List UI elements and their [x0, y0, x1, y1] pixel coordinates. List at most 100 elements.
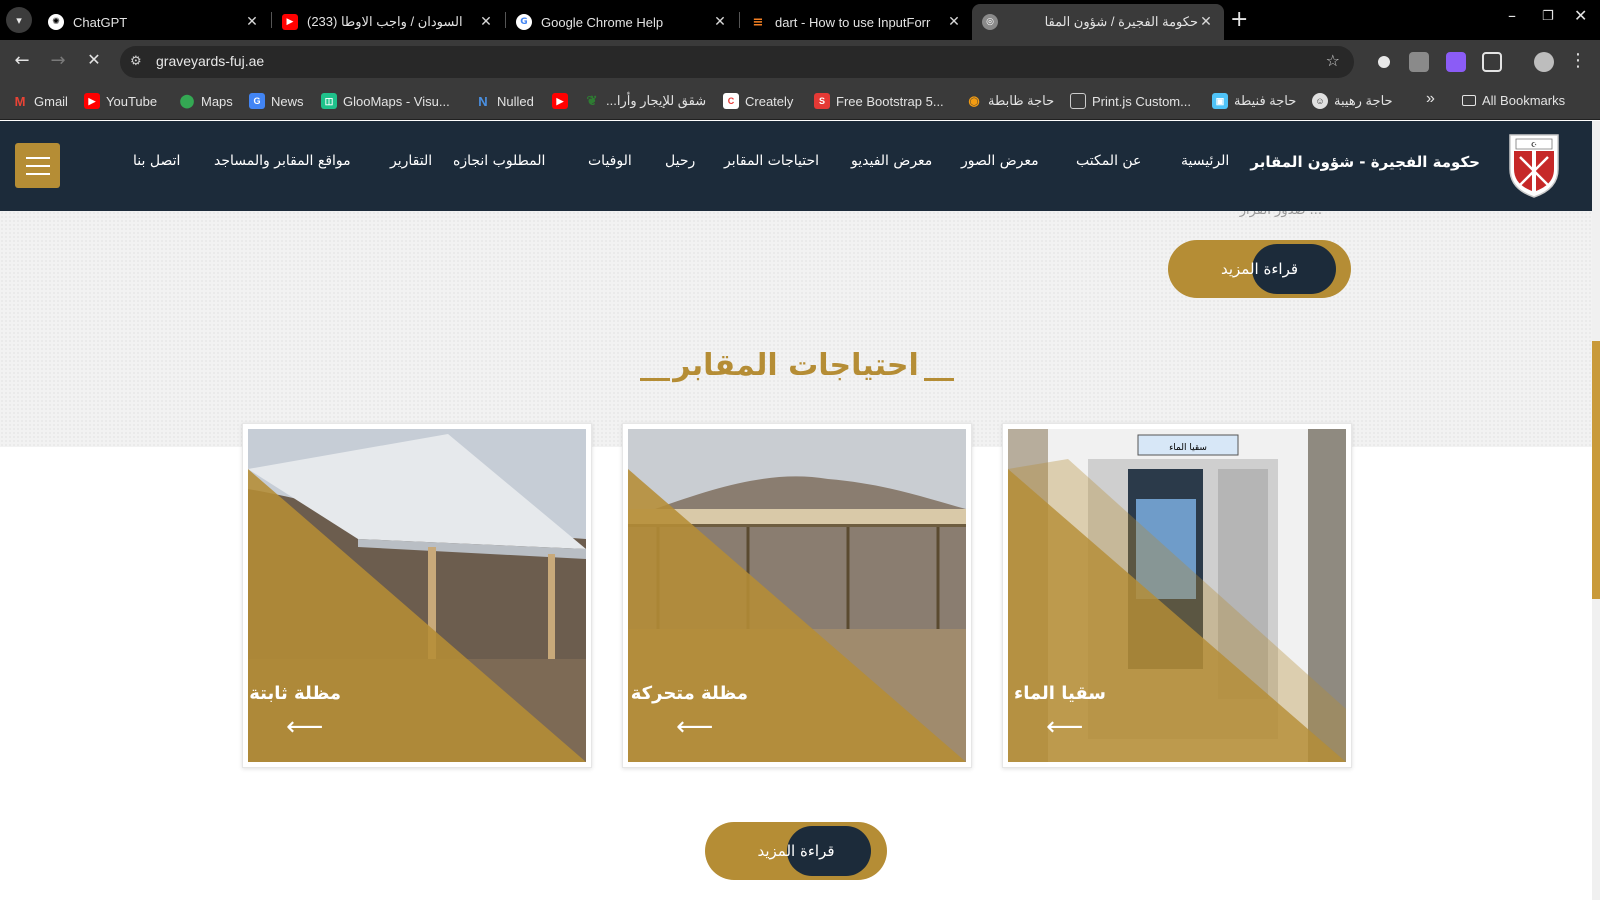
- url-text[interactable]: graveyards-fuj.ae: [156, 53, 264, 69]
- nav-rahil[interactable]: رحيل: [665, 153, 695, 169]
- close-icon[interactable]: ✕: [946, 14, 962, 30]
- new-tab-plus-icon[interactable]: +: [1230, 7, 1248, 32]
- svg-text:☪: ☪: [1531, 141, 1537, 149]
- bookmark-label: حاجة فنيطة: [1234, 93, 1297, 108]
- arrow-left-icon[interactable]: ⟵: [286, 714, 323, 740]
- all-bookmarks-label: All Bookmarks: [1482, 93, 1566, 108]
- bookmark-item[interactable]: C Creately: [723, 93, 793, 109]
- read-more-button-top[interactable]: قراءة المزيد: [1168, 240, 1351, 298]
- nav-cemetery-needs[interactable]: احتياجات المقابر: [724, 153, 819, 169]
- bookmark-label: GlooMaps - Visu...: [343, 93, 450, 109]
- extension-circle-icon[interactable]: [1374, 52, 1394, 72]
- tab-chrome-help[interactable]: G Google Chrome Help ✕: [506, 4, 738, 40]
- card-fixed-shade[interactable]: مظلة ثابتة ⟵: [242, 423, 592, 768]
- extension-purple-icon[interactable]: [1446, 52, 1466, 72]
- tab-chatgpt[interactable]: ✺ ChatGPT ✕: [38, 4, 270, 40]
- read-more-button-bottom[interactable]: قراءة المزيد: [705, 822, 887, 880]
- close-icon[interactable]: ✕: [1198, 14, 1214, 30]
- back-arrow-icon[interactable]: ←: [10, 50, 34, 71]
- tab-stackoverflow[interactable]: ≡ dart - How to use InputForr ✕: [740, 4, 972, 40]
- forward-arrow-icon[interactable]: →: [46, 50, 70, 71]
- nav-home[interactable]: الرئيسية: [1181, 153, 1229, 169]
- youtube-icon: ▶: [282, 14, 298, 30]
- nav-reports[interactable]: التقارير: [390, 153, 432, 169]
- card-image: سقيا الماء سقيا الماء ⟵: [1008, 429, 1346, 762]
- maps-icon: ⬤: [179, 93, 195, 108]
- site-title[interactable]: حكومة الفجيرة - شؤون المقابر: [1250, 153, 1480, 171]
- card-title: سقيا الماء: [1014, 683, 1106, 704]
- youtube-icon: ▶: [552, 93, 568, 109]
- nav-about[interactable]: عن المكتب: [1076, 153, 1141, 169]
- picture-icon: ▣: [1212, 93, 1228, 109]
- bookmark-item[interactable]: N Nulled: [475, 93, 534, 109]
- nav-photo-gallery[interactable]: معرض الصور: [961, 153, 1039, 169]
- close-icon[interactable]: ✕: [244, 14, 260, 30]
- bookmark-item[interactable]: ▶: [552, 93, 574, 109]
- browser-toolbar: ← → ✕ ⚙ graveyards-fuj.ae ☆ ⋮: [0, 40, 1600, 84]
- bookmark-item[interactable]: ◫ GlooMaps - Visu...: [321, 93, 450, 109]
- close-icon[interactable]: ✕: [712, 14, 728, 30]
- hamburger-menu-icon[interactable]: [15, 143, 60, 188]
- stop-loading-icon[interactable]: ✕: [82, 50, 106, 69]
- creately-icon: C: [723, 93, 739, 109]
- tab-title: حكومة الفجيرة / شؤون المقا: [1044, 14, 1198, 29]
- more-bookmarks-label: »: [1426, 90, 1435, 107]
- bookmark-label: Maps: [201, 93, 233, 109]
- bookmark-item[interactable]: ▶ YouTube: [84, 93, 157, 109]
- read-more-label: قراءة المزيد: [1220, 260, 1299, 278]
- all-bookmarks-button[interactable]: All Bookmarks: [1462, 93, 1565, 108]
- site-info-icon[interactable]: ⚙: [130, 54, 142, 69]
- site-icon: ◎: [982, 14, 998, 30]
- nav-contact[interactable]: اتصل بنا: [133, 153, 180, 169]
- bookmark-label: شقق للإيجار وأرا...: [606, 93, 707, 108]
- card-image: مظلة متحركة ⟵: [628, 429, 966, 762]
- bookmark-label: Print.js Custom...: [1092, 93, 1191, 109]
- section-title: احتياجات المقابر: [673, 348, 919, 383]
- arrow-left-icon[interactable]: ⟵: [676, 714, 713, 740]
- tab-search-button[interactable]: ▾: [6, 7, 32, 33]
- bootstrap-icon: S: [814, 93, 830, 109]
- tab-active-site[interactable]: ◎ حكومة الفجيرة / شؤون المقا ✕: [972, 4, 1224, 40]
- government-crest-logo[interactable]: ☪: [1506, 131, 1562, 199]
- menu-dots-icon[interactable]: ⋮: [1566, 50, 1590, 71]
- bookmark-item[interactable]: Print.js Custom...: [1070, 93, 1191, 109]
- bookmark-item[interactable]: G News: [249, 93, 304, 109]
- arrow-left-icon[interactable]: ⟵: [1046, 714, 1083, 740]
- stackoverflow-icon: ≡: [752, 14, 764, 30]
- nav-required-work[interactable]: المطلوب انجازه: [453, 153, 545, 169]
- more-bookmarks-chevron-icon[interactable]: »: [1426, 90, 1435, 108]
- tab-youtube[interactable]: ▶ (233) السودان / واجب الاوطا ✕: [272, 4, 504, 40]
- restore-icon[interactable]: ❐: [1542, 9, 1554, 24]
- read-more-label: قراءة المزيد: [757, 842, 835, 860]
- close-icon[interactable]: ✕: [478, 14, 494, 30]
- card-water-fountain[interactable]: سقيا الماء سقيا الماء ⟵: [1002, 423, 1352, 768]
- extension-puzzle-gray-icon[interactable]: [1409, 52, 1429, 72]
- profile-avatar[interactable]: [1534, 52, 1554, 72]
- nav-video-gallery[interactable]: معرض الفيديو: [851, 153, 932, 169]
- scrollbar-thumb[interactable]: [1592, 341, 1600, 599]
- card-title: مظلة متحركة: [630, 683, 748, 704]
- bookmark-item[interactable]: S Free Bootstrap 5...: [814, 93, 944, 109]
- bookmark-item[interactable]: ☺ حاجة رهيبة: [1312, 93, 1393, 109]
- address-bar[interactable]: ⚙ graveyards-fuj.ae ☆: [120, 46, 1354, 78]
- minimize-icon[interactable]: –: [1508, 6, 1516, 25]
- web-page: ... صدور القرار قراءة المزيد اتصل بنا مو…: [0, 121, 1600, 900]
- ball-icon: ◉: [968, 93, 980, 108]
- sign-text: سقيا الماء: [1169, 443, 1207, 453]
- bookmark-item[interactable]: ▣ حاجة فنيطة: [1212, 93, 1296, 109]
- window-close-icon[interactable]: ✕: [1574, 6, 1587, 25]
- nav-locations[interactable]: مواقع المقابر والمساجد: [214, 153, 351, 169]
- bookmark-item[interactable]: M Gmail: [12, 93, 68, 109]
- extensions-icon[interactable]: [1482, 52, 1502, 72]
- bookmark-star-icon[interactable]: ☆: [1326, 51, 1340, 70]
- bookmark-item[interactable]: ⬤ Maps: [179, 93, 233, 109]
- bookmark-item[interactable]: ◉ حاجة ظابطة: [966, 93, 1054, 109]
- page-scrollbar[interactable]: [1592, 121, 1600, 900]
- bookmark-label: Free Bootstrap 5...: [836, 93, 944, 109]
- bookmark-label: Gmail: [34, 93, 68, 109]
- card-movable-shade[interactable]: مظلة متحركة ⟵: [622, 423, 972, 768]
- tab-title: ChatGPT: [73, 14, 128, 30]
- bookmark-item[interactable]: ❦ شقق للإيجار وأرا...: [584, 93, 707, 109]
- leaf-icon: ❦: [586, 93, 598, 108]
- nav-deaths[interactable]: الوفيات: [588, 153, 632, 169]
